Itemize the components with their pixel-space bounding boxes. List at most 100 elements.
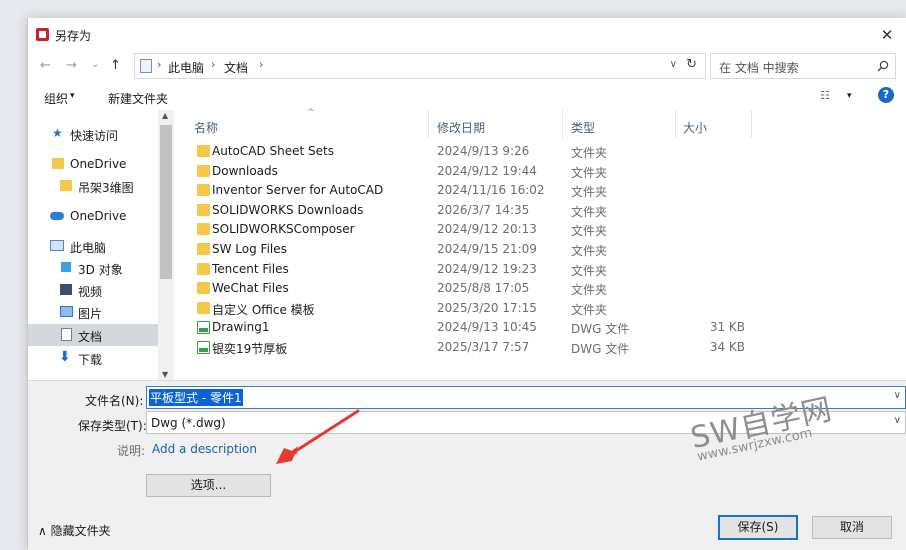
sidebar-item-documents[interactable]: 文档: [28, 324, 158, 346]
video-icon: [60, 284, 72, 295]
refresh-icon[interactable]: ↻: [686, 57, 697, 72]
folder-icon: [60, 180, 72, 191]
column-divider[interactable]: [562, 110, 563, 138]
file-type: DWG 文件: [571, 322, 630, 337]
view-chevron-down-icon[interactable]: ▾: [847, 91, 852, 101]
sidebar-item-label: 下载: [78, 353, 103, 367]
folder-icon: [197, 282, 210, 295]
column-divider[interactable]: [428, 110, 429, 138]
file-row[interactable]: 银奕19节厚板 2025/3/17 7:57 DWG 文件 34 KB: [178, 338, 906, 357]
close-button[interactable]: ✕: [867, 18, 906, 52]
file-name: 自定义 Office 模板: [212, 302, 315, 317]
navigation-pane: ★ 快速访问 OneDrive 吊架3维图 OneDrive 此电脑 3D 对象…: [28, 110, 174, 380]
folder-icon: [197, 184, 210, 197]
file-size: 31 KB: [709, 320, 745, 335]
title-bar: 另存为 ✕: [28, 18, 906, 52]
file-row[interactable]: WeChat Files 2025/8/8 17:05 文件夹: [178, 279, 906, 298]
sidebar-item-3d-objects[interactable]: 3D 对象: [28, 257, 158, 279]
file-row[interactable]: Tencent Files 2024/9/12 19:23 文件夹: [178, 260, 906, 279]
file-type: 文件夹: [571, 146, 608, 160]
save-as-dialog: 另存为 ✕ ← → ⌄ ↑ › 此电脑 › 文档 › ∨ ↻ 在 文档 中搜索 …: [27, 18, 906, 550]
app-icon: [36, 28, 49, 41]
sidebar-item-onedrive[interactable]: OneDrive: [28, 205, 158, 227]
hide-folders-toggle[interactable]: ∧ 隐藏文件夹: [38, 522, 111, 539]
forward-arrow-icon[interactable]: →: [66, 58, 77, 73]
sidebar-item-label: 视频: [78, 285, 103, 299]
file-name: WeChat Files: [212, 281, 289, 296]
breadcrumb-this-pc[interactable]: 此电脑: [168, 59, 204, 76]
file-row[interactable]: Inventor Server for AutoCAD 2024/11/16 1…: [178, 181, 906, 200]
up-arrow-icon[interactable]: ↑: [110, 58, 121, 73]
file-name: 银奕19节厚板: [212, 342, 288, 356]
organize-button[interactable]: 组织: [44, 90, 68, 107]
file-type: 文件夹: [571, 165, 608, 180]
column-header-size[interactable]: 大小: [683, 119, 707, 136]
sidebar-item-quick-access[interactable]: ★ 快速访问: [28, 123, 158, 145]
file-row[interactable]: Drawing1 2024/9/13 10:45 DWG 文件 31 KB: [178, 318, 906, 337]
save-button[interactable]: 保存(S): [718, 515, 798, 540]
scrollbar-thumb[interactable]: [160, 125, 172, 279]
filename-label: 文件名(N):: [85, 394, 144, 408]
search-placeholder: 在 文档 中搜索: [719, 61, 799, 75]
organize-chevron-down-icon: ▾: [70, 91, 75, 101]
folder-icon: [197, 262, 210, 275]
file-date: 2024/9/12 20:13: [437, 222, 537, 237]
cube-icon: [61, 262, 71, 272]
file-date: 2024/9/13 9:26: [437, 144, 530, 158]
sidebar-item-label: OneDrive: [70, 157, 127, 171]
scroll-up-icon[interactable]: ▲: [162, 111, 168, 120]
breadcrumb-separator: ›: [259, 58, 264, 71]
file-type: 文件夹: [571, 224, 608, 239]
back-arrow-icon[interactable]: ←: [40, 58, 51, 73]
file-row[interactable]: AutoCAD Sheet Sets 2024/9/13 9:26 文件夹: [178, 142, 906, 161]
chevron-down-icon[interactable]: ∨: [894, 390, 901, 401]
sidebar-item-pictures[interactable]: 图片: [28, 301, 158, 323]
options-button[interactable]: 选项...: [146, 474, 271, 497]
column-divider[interactable]: [675, 110, 676, 138]
folder-icon: [52, 158, 64, 169]
sidebar-item-downloads[interactable]: ⬇ 下载: [28, 347, 158, 369]
file-date: 2024/11/16 16:02: [437, 183, 545, 198]
chevron-down-icon[interactable]: ∨: [894, 415, 901, 426]
sidebar-item-label: 此电脑: [70, 241, 107, 255]
cancel-button[interactable]: 取消: [812, 516, 892, 539]
address-row: ← → ⌄ ↑ › 此电脑 › 文档 › ∨ ↻ 在 文档 中搜索: [28, 52, 906, 80]
column-header-name[interactable]: 名称: [194, 119, 218, 136]
sidebar-item-videos[interactable]: 视频: [28, 279, 158, 301]
file-type: 文件夹: [571, 263, 608, 278]
filename-value: 平板型式 - 零件1: [149, 389, 243, 406]
sidebar-item-label: 图片: [78, 307, 103, 321]
help-icon[interactable]: ?: [878, 87, 894, 103]
folder-icon: [197, 243, 210, 255]
column-divider[interactable]: [751, 110, 752, 138]
document-icon: [61, 328, 72, 341]
file-row[interactable]: Downloads 2024/9/12 19:44 文件夹: [178, 162, 906, 181]
search-input[interactable]: 在 文档 中搜索: [710, 53, 896, 79]
sidebar-item-onedrive-folder[interactable]: OneDrive: [28, 153, 158, 175]
search-icon: [877, 60, 889, 72]
sidebar-item-this-pc[interactable]: 此电脑: [28, 235, 158, 257]
sidebar-scrollbar[interactable]: ▲ ▼: [158, 110, 174, 380]
new-folder-button[interactable]: 新建文件夹: [108, 90, 168, 107]
breadcrumb-documents[interactable]: 文档: [224, 59, 248, 76]
address-bar[interactable]: › 此电脑 › 文档 › ∨ ↻: [134, 53, 706, 79]
file-date: 2025/3/20 17:15: [437, 300, 537, 315]
file-row[interactable]: SW Log Files 2024/9/15 21:09 文件夹: [178, 240, 906, 259]
cloud-icon: [50, 212, 64, 220]
column-header-date[interactable]: 修改日期: [437, 119, 485, 136]
recent-locations-icon[interactable]: ⌄: [91, 59, 99, 70]
sidebar-item-hanger-3d[interactable]: 吊架3维图: [28, 175, 158, 197]
file-row[interactable]: SOLIDWORKS Downloads 2026/3/7 14:35 文件夹: [178, 201, 906, 220]
file-row[interactable]: 自定义 Office 模板 2025/3/20 17:15 文件夹: [178, 299, 906, 318]
description-label: 说明:: [117, 444, 146, 458]
file-date: 2024/9/12 19:23: [437, 261, 537, 276]
file-row[interactable]: SOLIDWORKSComposer 2024/9/12 20:13 文件夹: [178, 220, 906, 239]
file-name: SOLIDWORKSComposer: [212, 222, 355, 237]
sidebar-item-label: OneDrive: [70, 209, 127, 223]
column-header-type[interactable]: 类型: [571, 119, 595, 136]
add-description-link[interactable]: Add a description: [152, 442, 257, 456]
view-options-icon[interactable]: ☷: [820, 89, 831, 102]
scroll-down-icon[interactable]: ▼: [162, 370, 168, 379]
address-dropdown-icon[interactable]: ∨: [670, 59, 677, 70]
folder-icon: [197, 145, 210, 157]
